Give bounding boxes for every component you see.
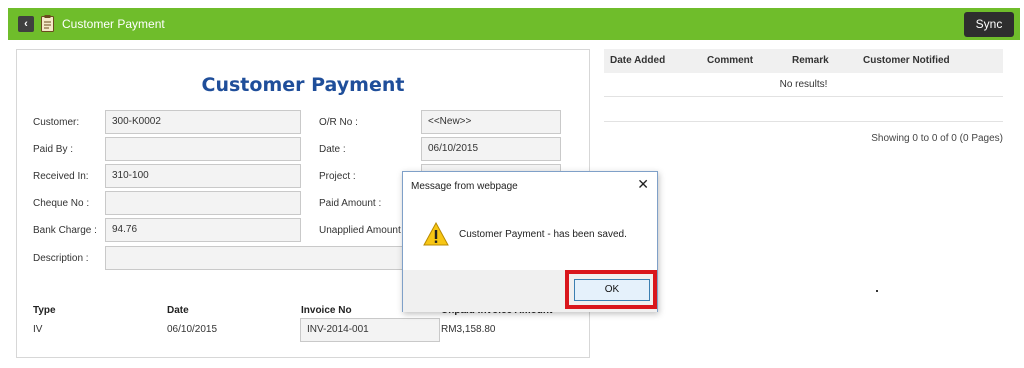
project-label: Project : xyxy=(319,171,356,182)
dialog-message: Customer Payment - has been saved. xyxy=(459,229,627,240)
close-icon[interactable]: ✕ xyxy=(637,176,649,193)
customer-notified-header[interactable]: Customer Notified xyxy=(863,55,950,66)
date-added-header[interactable]: Date Added xyxy=(610,55,665,66)
or-no-field[interactable]: <<New>> xyxy=(421,110,561,134)
ok-button[interactable]: OK xyxy=(574,279,650,301)
empty-results-row: No results! xyxy=(604,73,1003,97)
divider xyxy=(604,121,1003,122)
remark-header[interactable]: Remark xyxy=(792,55,829,66)
date-field[interactable]: 06/10/2015 xyxy=(421,137,561,161)
bank-charge-field[interactable]: 94.76 xyxy=(105,218,301,242)
top-bar: ‹ Customer Payment Sync xyxy=(8,8,1020,40)
row-date: 06/10/2015 xyxy=(167,324,218,335)
history-table: Date Added Comment Remark Customer Notif… xyxy=(604,49,1003,97)
dialog-title: Message from webpage xyxy=(411,181,518,192)
stray-dot xyxy=(876,290,878,292)
back-button[interactable]: ‹ xyxy=(18,16,34,32)
type-column-header: Type xyxy=(33,305,56,316)
paid-by-field[interactable] xyxy=(105,137,301,161)
paid-by-label: Paid By : xyxy=(33,144,74,155)
or-no-label: O/R No : xyxy=(319,117,358,128)
date-column-header: Date xyxy=(167,305,189,316)
description-label: Description : xyxy=(33,253,89,264)
unapplied-amount-label: Unapplied Amount : xyxy=(319,225,407,236)
sync-button[interactable]: Sync xyxy=(964,12,1014,37)
invoice-no-column-header: Invoice No xyxy=(301,305,352,316)
comment-header[interactable]: Comment xyxy=(707,55,753,66)
paid-amount-label: Paid Amount : xyxy=(319,198,382,209)
page-title: Customer Payment xyxy=(62,17,165,31)
warning-icon xyxy=(423,222,449,246)
received-in-label: Received In: xyxy=(33,171,89,182)
received-in-field[interactable]: 310-100 xyxy=(105,164,301,188)
history-table-header: Date Added Comment Remark Customer Notif… xyxy=(604,49,1003,73)
date-label: Date : xyxy=(319,144,346,155)
row-type: IV xyxy=(33,324,43,335)
bank-charge-label: Bank Charge : xyxy=(33,225,97,236)
customer-label: Customer: xyxy=(33,117,80,128)
cheque-no-field[interactable] xyxy=(105,191,301,215)
cheque-no-label: Cheque No : xyxy=(33,198,90,209)
row-amount: RM3,158.80 xyxy=(441,324,496,335)
customer-field[interactable]: 300-K0002 xyxy=(105,110,301,134)
clipboard-icon xyxy=(41,15,54,32)
pagination-text: Showing 0 to 0 of 0 (0 Pages) xyxy=(871,133,1003,144)
row-invoice-no-field[interactable]: INV-2014-001 xyxy=(300,318,440,342)
form-title: Customer Payment xyxy=(201,74,405,96)
